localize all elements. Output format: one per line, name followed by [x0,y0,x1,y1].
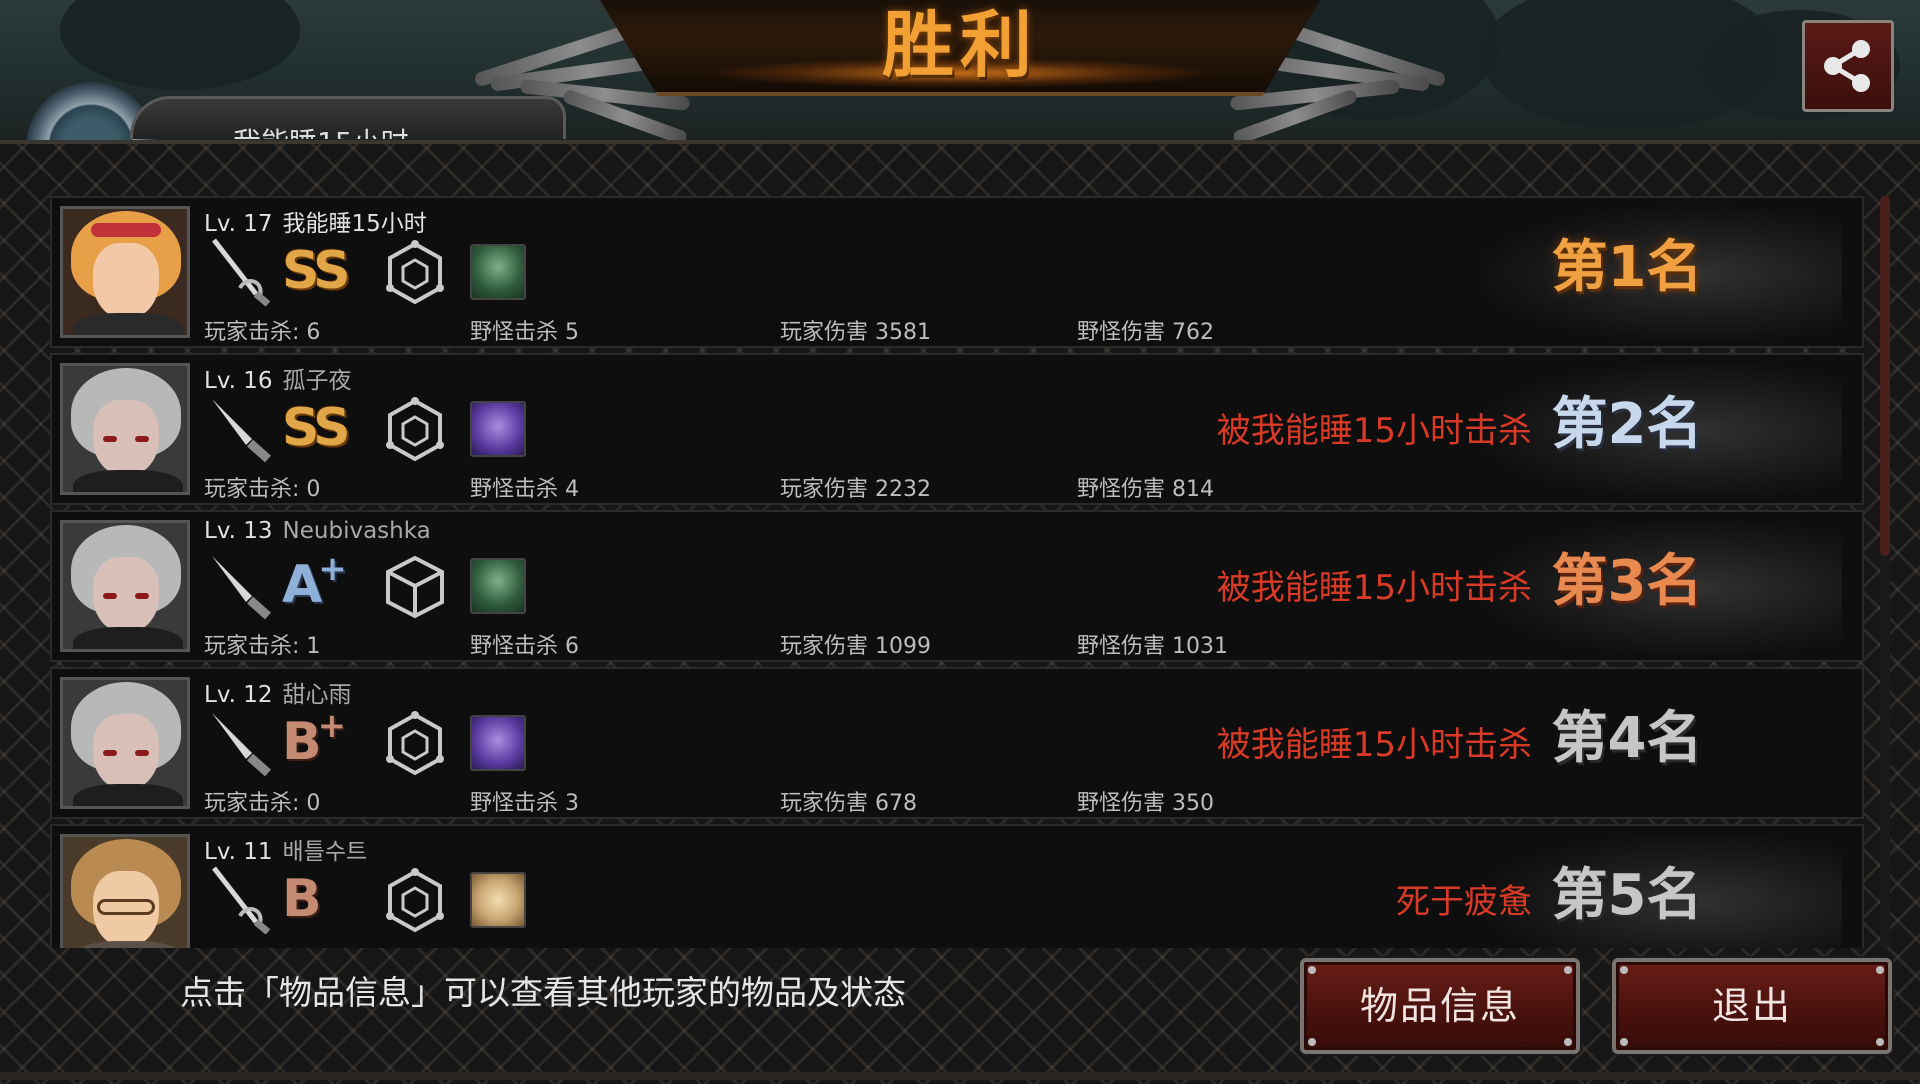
player-name: 배틀수트 [282,839,368,865]
avatar [60,834,190,948]
player-kills: 玩家击杀: 6 [204,320,321,345]
player-name: Neubivashka [282,518,431,544]
avatar [60,206,190,338]
armor-hexagon-icon [386,240,444,305]
monster-kills: 野怪击杀 6 [470,634,579,659]
item-slot [470,401,526,457]
grade-badge: SS [282,241,351,301]
rank-label: 第4名 [1551,706,1703,771]
monster-kills: 野怪击杀 3 [470,791,579,816]
status-text: 死于疲惫 [1396,882,1532,922]
rank-label: 第2名 [1551,392,1703,457]
loadout: SS [202,393,562,463]
level-label: Lv. 13 [204,518,273,544]
status-text: 被我能睡15小时击杀 [1216,411,1532,451]
status-text: 被我能睡15小时击杀 [1216,725,1532,765]
rank-label: 第5名 [1551,863,1703,928]
knife-icon [212,713,271,777]
player-kills: 玩家击杀: 0 [204,791,321,816]
player-kills: 玩家击杀: 1 [204,634,321,659]
results-scrollbar[interactable] [1880,196,1890,948]
level-label: Lv. 11 [204,839,273,865]
player-name: 我能睡15小时 [282,211,427,237]
monster-damage: 野怪伤害 814 [1077,477,1214,502]
knife-icon [212,399,271,463]
armor-hexagon-icon [386,711,444,776]
share-button[interactable] [1802,20,1894,112]
player-damage: 玩家伤害 1099 [780,634,931,659]
exit-button[interactable]: 退出 [1612,958,1892,1054]
monster-damage: 野怪伤害 762 [1077,320,1214,345]
player-kills: 玩家击杀: 0 [204,477,321,502]
item-slot [470,872,526,928]
level-name: Lv. 16 孤子夜 [204,361,352,395]
grade-badge: B+ [282,706,347,772]
player-damage: 玩家伤害 3581 [780,320,931,345]
level-name: Lv. 17 我能睡15小时 [204,204,427,238]
exit-label: 退出 [1711,984,1792,1028]
results-panel: Lv. 17 我能睡15小时 SS 玩家击杀: 6 野怪击杀 5 玩家伤害 358… [0,140,1920,1084]
footer-bar [0,1072,1920,1080]
monster-kills: 野怪击杀 4 [470,477,579,502]
result-row-1[interactable]: Lv. 17 我能睡15小时 SS 玩家击杀: 6 野怪击杀 5 玩家伤害 358… [50,196,1864,348]
rank-label: 第3名 [1551,549,1703,614]
level-name: Lv. 12 甜心雨 [204,675,352,709]
monster-damage: 野怪伤害 350 [1077,791,1214,816]
armor-hexagon-icon [386,868,444,933]
grade-badge: SS [282,398,351,458]
item-slot [470,244,526,300]
item-info-button[interactable]: 物品信息 [1300,958,1580,1054]
armor-hexagon-icon [386,397,444,462]
status-text: 被我能睡15小时击杀 [1216,568,1532,608]
item-info-label: 物品信息 [1359,984,1520,1028]
armor-cube-icon [386,555,444,619]
item-slot [470,558,526,614]
monster-kills: 野怪击杀 5 [470,320,579,345]
avatar [60,677,190,809]
item-slot [470,715,526,771]
result-row-5[interactable]: Lv. 11 배틀수트 B 死于疲惫 第5名 [50,824,1864,948]
result-row-3[interactable]: Lv. 13 Neubivashka A+ 玩家击杀: 1 野怪击杀 6 玩家伤害… [50,510,1864,662]
level-name: Lv. 11 배틀수트 [204,832,367,866]
level-label: Lv. 12 [204,682,273,708]
hint-text: 点击「物品信息」可以查看其他玩家的物品及状态 [180,973,906,1012]
grade-badge: A+ [282,549,347,615]
level-label: Lv. 16 [204,368,273,394]
results-list[interactable]: Lv. 17 我能睡15小时 SS 玩家击杀: 6 野怪击杀 5 玩家伤害 358… [50,196,1864,948]
player-name: 孤子夜 [282,368,352,394]
monster-damage: 野怪伤害 1031 [1077,634,1228,659]
loadout: B [202,864,562,934]
result-row-4[interactable]: Lv. 12 甜心雨 B+ 玩家击杀: 0 野怪击杀 3 玩家伤害 678 野怪伤… [50,667,1864,819]
loadout: B+ [202,707,562,777]
player-damage: 玩家伤害 678 [780,791,917,816]
knife-icon [212,556,271,620]
player-damage: 玩家伤害 2232 [780,477,931,502]
victory-title: 胜利 [881,3,1038,87]
loadout: A+ [202,550,562,620]
rapier-icon [212,238,271,306]
scrollbar-thumb[interactable] [1880,196,1890,556]
avatar [60,520,190,652]
level-name: Lv. 13 Neubivashka [204,518,431,544]
grade-badge: B [282,869,322,929]
loadout: SS [202,236,562,306]
rapier-icon [212,866,271,934]
rank-label: 第1名 [1551,235,1703,300]
avatar [60,363,190,495]
share-icon [1824,40,1870,92]
result-row-2[interactable]: Lv. 16 孤子夜 SS 玩家击杀: 0 野怪击杀 4 玩家伤害 2232 野怪… [50,353,1864,505]
player-name: 甜心雨 [282,682,352,708]
level-label: Lv. 17 [204,211,273,237]
player-name: 我能睡15小时 [233,121,409,139]
